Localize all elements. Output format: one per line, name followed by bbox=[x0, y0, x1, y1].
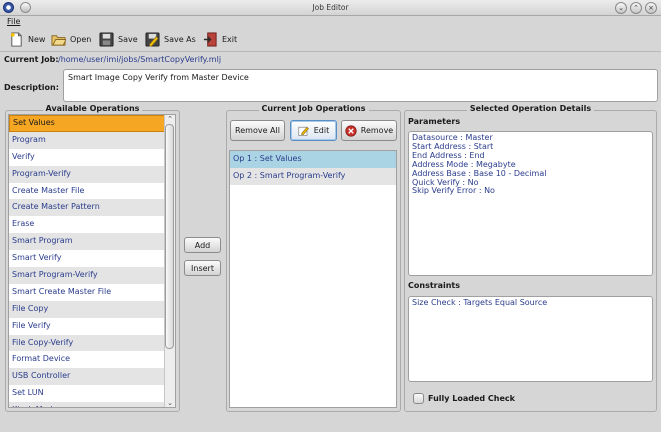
available-operation-item[interactable]: Smart Program-Verify bbox=[9, 267, 175, 284]
toolbar: New Open Save Save As Exit bbox=[0, 29, 661, 51]
available-operation-item[interactable]: Erase bbox=[9, 216, 175, 233]
insert-button[interactable]: Insert bbox=[184, 260, 221, 276]
add-button[interactable]: Add bbox=[184, 237, 221, 253]
available-operation-item[interactable]: Set Values bbox=[9, 115, 175, 132]
open-folder-icon bbox=[51, 34, 66, 46]
save-disk-icon bbox=[99, 31, 114, 47]
new-button[interactable]: New bbox=[9, 29, 45, 49]
menu-file[interactable]: File bbox=[7, 17, 20, 26]
remove-all-button[interactable]: Remove All bbox=[230, 120, 285, 141]
close-icon[interactable]: × bbox=[645, 2, 657, 14]
available-operation-item[interactable]: Smart Program bbox=[9, 233, 175, 251]
current-job-label: Current Job: bbox=[4, 55, 59, 64]
save-button[interactable]: Save bbox=[99, 29, 138, 49]
toolbar-separator bbox=[0, 51, 661, 52]
current-job-path: /home/user/imi/jobs/SmartCopyVerify.mlj bbox=[58, 55, 222, 64]
available-operation-item[interactable]: Smart Create Master File bbox=[9, 284, 175, 301]
exit-button[interactable]: Exit bbox=[203, 29, 237, 49]
constraints-textbox[interactable]: Size Check : Targets Equal Source bbox=[408, 296, 653, 382]
remove-button[interactable]: Remove bbox=[341, 120, 397, 141]
description-input[interactable]: Smart Image Copy Verify from Master Devi… bbox=[63, 69, 658, 102]
available-operation-item[interactable]: File Copy-Verify bbox=[9, 334, 175, 352]
save-as-icon bbox=[145, 31, 160, 47]
open-button[interactable]: Open bbox=[51, 29, 91, 49]
new-file-icon bbox=[10, 31, 22, 47]
available-operation-item[interactable]: USB Controller bbox=[9, 368, 175, 386]
available-operations-title: Available Operations bbox=[42, 104, 143, 113]
current-job-operations-list[interactable]: Op 1 : Set Values Op 2 : Smart Program-Ve… bbox=[229, 150, 397, 408]
title-bar: Job Editor ⌄ ⌃ × bbox=[0, 0, 661, 16]
save-as-button[interactable]: Save As bbox=[145, 29, 196, 49]
current-job-operations-title: Current Job Operations bbox=[258, 104, 369, 113]
maximize-icon[interactable]: ⌃ bbox=[630, 2, 642, 14]
available-operation-item[interactable]: Create Master Pattern bbox=[9, 199, 175, 217]
available-operation-item[interactable]: Create Master File bbox=[9, 183, 175, 200]
available-operation-item[interactable]: Kiosk Mode bbox=[9, 402, 175, 407]
fully-loaded-check-label[interactable]: Fully Loaded Check bbox=[428, 394, 515, 403]
parameters-textbox[interactable]: Datasource : Master Start Address : Start… bbox=[408, 131, 653, 276]
scroll-thumb[interactable] bbox=[165, 124, 174, 349]
edit-pencil-icon bbox=[298, 126, 309, 136]
parameters-label: Parameters bbox=[408, 117, 461, 126]
job-operation-item[interactable]: Op 1 : Set Values bbox=[230, 151, 396, 168]
selected-operation-details-title: Selected Operation Details bbox=[466, 104, 595, 113]
scroll-down-arrow-icon[interactable]: ⌄ bbox=[165, 399, 175, 407]
available-operation-item[interactable]: Verify bbox=[9, 149, 175, 166]
constraints-label: Constraints bbox=[408, 281, 461, 290]
window-title: Job Editor bbox=[312, 3, 349, 12]
available-operation-item[interactable]: File Verify bbox=[9, 318, 175, 335]
remove-x-icon bbox=[345, 124, 357, 137]
detail-line: Skip Verify Error : No bbox=[412, 186, 495, 196]
job-operation-item[interactable]: Op 2 : Smart Program-Verify bbox=[230, 167, 396, 185]
available-operation-item[interactable]: Set LUN bbox=[9, 385, 175, 402]
available-operation-item[interactable]: Program-Verify bbox=[9, 165, 175, 183]
edit-button[interactable]: Edit bbox=[290, 120, 337, 141]
exit-door-icon bbox=[203, 31, 217, 47]
available-operation-item[interactable]: Smart Verify bbox=[9, 250, 175, 267]
available-operations-list[interactable]: Set Values Program Verify Program-Verify Cre… bbox=[8, 114, 176, 408]
description-label: Description: bbox=[4, 83, 59, 92]
available-operation-item[interactable]: Format Device bbox=[9, 351, 175, 368]
scroll-up-arrow-icon[interactable]: ⌃ bbox=[165, 115, 175, 123]
fully-loaded-check-checkbox[interactable] bbox=[413, 393, 424, 404]
detail-line: Size Check : Targets Equal Source bbox=[412, 298, 548, 307]
available-operation-item[interactable]: File Copy bbox=[9, 300, 175, 318]
minimize-icon[interactable]: ⌄ bbox=[615, 2, 627, 14]
menu-bar: File bbox=[0, 16, 661, 29]
available-operation-item[interactable]: Program bbox=[9, 131, 175, 149]
